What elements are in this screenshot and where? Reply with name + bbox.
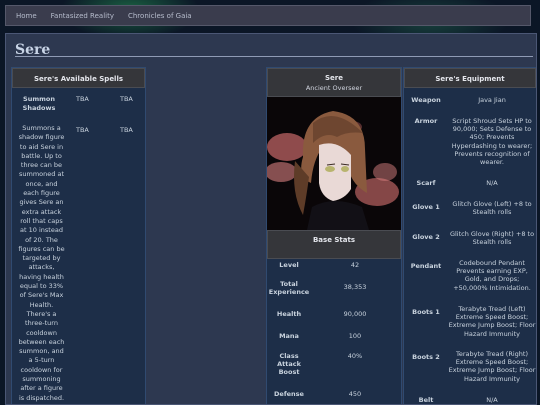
stat-label: Health: [276, 310, 302, 318]
stat-value: 38,353: [343, 283, 367, 291]
equipment-value: Glitch Glove (Left) +8 to Stealth rolls: [452, 200, 532, 217]
spell-value: TBA: [76, 95, 89, 103]
spell-value: TBA: [120, 126, 133, 134]
stat-label: Mana: [279, 332, 299, 340]
top-nav: Home Fantasized Reality Chronicles of Ga…: [5, 5, 531, 26]
spell-description: Summons a shadow figure to aid Sere in b…: [18, 124, 65, 402]
equipment-value: Terabyte Tread (Right) Extreme Speed Boo…: [448, 350, 536, 383]
equipment-slot: Glove 1: [412, 203, 440, 211]
stat-label: Defense: [274, 390, 304, 398]
character-page: Sere Sere's Available Spells Summon Shad…: [5, 33, 537, 405]
stat-value: 42: [350, 261, 360, 269]
title-divider: [15, 56, 533, 57]
stat-value: 40%: [347, 352, 363, 360]
stat-label: Total Experience: [268, 280, 310, 296]
equipment-heading: Sere's Equipment: [404, 68, 536, 88]
equipment-slot: Armor: [414, 117, 438, 125]
character-name: Sere: [325, 74, 343, 82]
nav-fantasized-reality-link[interactable]: Fantasized Reality: [51, 12, 114, 20]
character-subtitle: Ancient Overseer: [305, 84, 363, 92]
spell-value: TBA: [120, 95, 133, 103]
spell-name: Summon Shadows: [22, 95, 56, 112]
equipment-slot: Pendant: [410, 262, 442, 270]
stat-label: Level: [279, 261, 299, 269]
stat-value: 90,000: [343, 310, 367, 318]
nav-home-link[interactable]: Home: [16, 12, 37, 20]
profile-heading: Sere Ancient Overseer: [267, 68, 401, 97]
nav-chronicles-of-gaia-link[interactable]: Chronicles of Gaia: [128, 12, 192, 20]
equipment-slot: Boots 1: [412, 308, 440, 316]
base-stats-heading: Base Stats: [267, 230, 401, 259]
equipment-value: Java Jian: [478, 96, 506, 104]
equipment-value: N/A: [486, 396, 498, 404]
equipment-slot: Scarf: [416, 179, 436, 187]
stat-value: 100: [348, 332, 362, 340]
equipment-value: Codebound Pendant Prevents earning EXP, …: [453, 259, 531, 292]
equipment-slot: Boots 2: [412, 353, 440, 361]
equipment-value: Terabyte Tread (Left) Extreme Speed Boos…: [448, 305, 536, 338]
spells-heading: Sere's Available Spells: [12, 68, 145, 88]
stat-label: Class Attack Boost: [277, 352, 301, 376]
spells-panel: Sere's Available Spells Summon Shadows T…: [11, 67, 146, 404]
equipment-slot: Belt: [418, 396, 434, 404]
equipment-value: N/A: [486, 179, 498, 187]
character-portrait: [267, 97, 401, 230]
spell-value: TBA: [76, 126, 89, 134]
equipment-panel: Sere's Equipment Weapon Java Jian Armor …: [403, 67, 536, 404]
equipment-slot: Weapon: [411, 96, 441, 104]
equipment-slot: Glove 2: [412, 233, 440, 241]
profile-panel: Sere Ancient Overseer Base Stats Level 4…: [266, 67, 402, 404]
stat-value: 450: [348, 390, 362, 398]
equipment-value: Glitch Glove (Right) +8 to Stealth rolls: [449, 230, 535, 247]
equipment-value: Script Shroud Sets HP to 90,000; Sets De…: [451, 117, 533, 167]
